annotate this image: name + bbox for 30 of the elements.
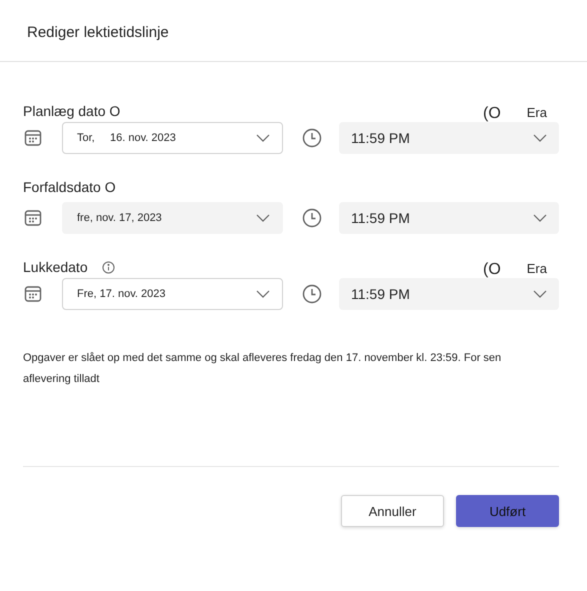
calendar-icon [23,284,43,304]
chevron-down-icon [533,134,547,142]
time-picker[interactable]: 11:59 PM [339,122,559,154]
calendar-icon [23,208,43,228]
clock-icon [302,128,322,148]
clock-icon [302,208,322,228]
date-picker[interactable]: Tor, 16. nov. 2023 [62,122,283,154]
field-label: Planlæg dato O [23,103,120,119]
date-picker[interactable]: fre, nov. 17, 2023 [62,202,283,234]
option-label: (O [482,261,501,279]
chevron-down-icon [533,290,547,298]
option-label: (O [482,105,501,123]
chevron-down-icon [256,290,270,298]
dialog-title: Rediger lektietidslinje [27,24,170,41]
info-icon[interactable] [102,260,115,274]
field-label: Lukkedato [23,259,88,275]
option-label: Era [526,105,547,122]
clock-icon [302,284,322,304]
date-picker[interactable]: Fre, 17. nov. 2023 [62,278,283,310]
chevron-down-icon [533,214,547,222]
summary-text: Opgaver er slået op med det samme og skal afleveres fredag den 17. november kl. 23:59. For sen aflevering tilladt [23,351,502,387]
chevron-down-icon [256,134,270,142]
cancel-button[interactable]: Annuller [341,495,444,527]
calendar-icon [23,128,43,148]
time-picker[interactable]: 11:59 PM [339,202,559,234]
chevron-down-icon [256,214,270,222]
time-picker[interactable]: 11:59 PM [339,278,559,310]
field-label: Forfaldsdato O [23,179,116,195]
done-button[interactable]: Udført [456,495,559,527]
option-label: Era [526,261,547,278]
